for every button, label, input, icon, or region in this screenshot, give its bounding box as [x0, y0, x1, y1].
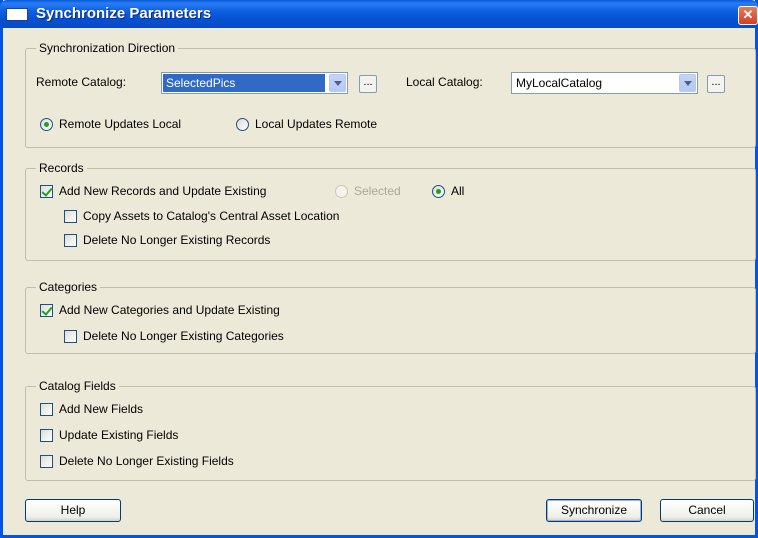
add-records-checkbox[interactable] — [40, 185, 53, 198]
catalog-fields-legend: Catalog Fields — [36, 379, 119, 393]
window-title: Synchronize Parameters — [36, 5, 212, 22]
remote-catalog-label: Remote Catalog: — [36, 75, 127, 89]
delete-fields-label[interactable]: Delete No Longer Existing Fields — [59, 454, 234, 468]
direction-legend: Synchronization Direction — [36, 41, 179, 55]
local-updates-remote-radio[interactable] — [236, 118, 249, 131]
scope-all-label[interactable]: All — [451, 184, 464, 198]
remote-browse-button[interactable]: ... — [359, 75, 377, 93]
local-updates-remote-label[interactable]: Local Updates Remote — [255, 117, 377, 131]
cancel-button[interactable]: Cancel — [660, 499, 754, 522]
direction-group: Synchronization Direction — [25, 41, 756, 148]
local-browse-button[interactable]: ... — [707, 75, 725, 93]
copy-assets-label[interactable]: Copy Assets to Catalog's Central Asset L… — [83, 209, 339, 223]
add-records-label[interactable]: Add New Records and Update Existing — [59, 184, 266, 198]
chevron-down-icon[interactable] — [679, 74, 696, 92]
delete-fields-checkbox[interactable] — [40, 455, 53, 468]
update-fields-label[interactable]: Update Existing Fields — [59, 428, 178, 442]
delete-categories-label[interactable]: Delete No Longer Existing Categories — [83, 329, 284, 343]
add-categories-checkbox[interactable] — [40, 304, 53, 317]
update-fields-checkbox[interactable] — [40, 429, 53, 442]
title-bar[interactable]: Synchronize Parameters ✕ — [0, 0, 758, 28]
remote-updates-local-radio[interactable] — [40, 118, 53, 131]
local-catalog-label: Local Catalog: — [406, 75, 483, 89]
synchronize-dialog: Synchronize Parameters ✕ Synchronization… — [0, 0, 758, 538]
local-catalog-value: MyLocalCatalog — [516, 76, 603, 90]
categories-group: Categories — [25, 280, 756, 354]
close-button[interactable]: ✕ — [738, 6, 758, 25]
delete-records-checkbox[interactable] — [64, 234, 77, 247]
window-icon — [6, 8, 28, 21]
categories-legend: Categories — [36, 280, 101, 294]
synchronize-button[interactable]: Synchronize — [546, 499, 642, 522]
add-categories-label[interactable]: Add New Categories and Update Existing — [59, 303, 280, 317]
delete-records-label[interactable]: Delete No Longer Existing Records — [83, 233, 270, 247]
remote-catalog-value: SelectedPics — [163, 74, 325, 92]
delete-categories-checkbox[interactable] — [64, 330, 77, 343]
add-new-fields-label[interactable]: Add New Fields — [59, 402, 143, 416]
records-legend: Records — [36, 161, 87, 175]
scope-selected-label[interactable]: Selected — [354, 184, 401, 198]
add-new-fields-checkbox[interactable] — [40, 403, 53, 416]
help-button[interactable]: Help — [25, 499, 121, 522]
local-catalog-select[interactable]: MyLocalCatalog — [511, 72, 698, 94]
chevron-down-icon[interactable] — [329, 74, 346, 92]
scope-all-radio[interactable] — [432, 185, 445, 198]
copy-assets-checkbox[interactable] — [64, 210, 77, 223]
remote-catalog-select[interactable]: SelectedPics — [161, 72, 348, 94]
scope-selected-radio[interactable] — [335, 185, 348, 198]
remote-updates-local-label[interactable]: Remote Updates Local — [59, 117, 181, 131]
